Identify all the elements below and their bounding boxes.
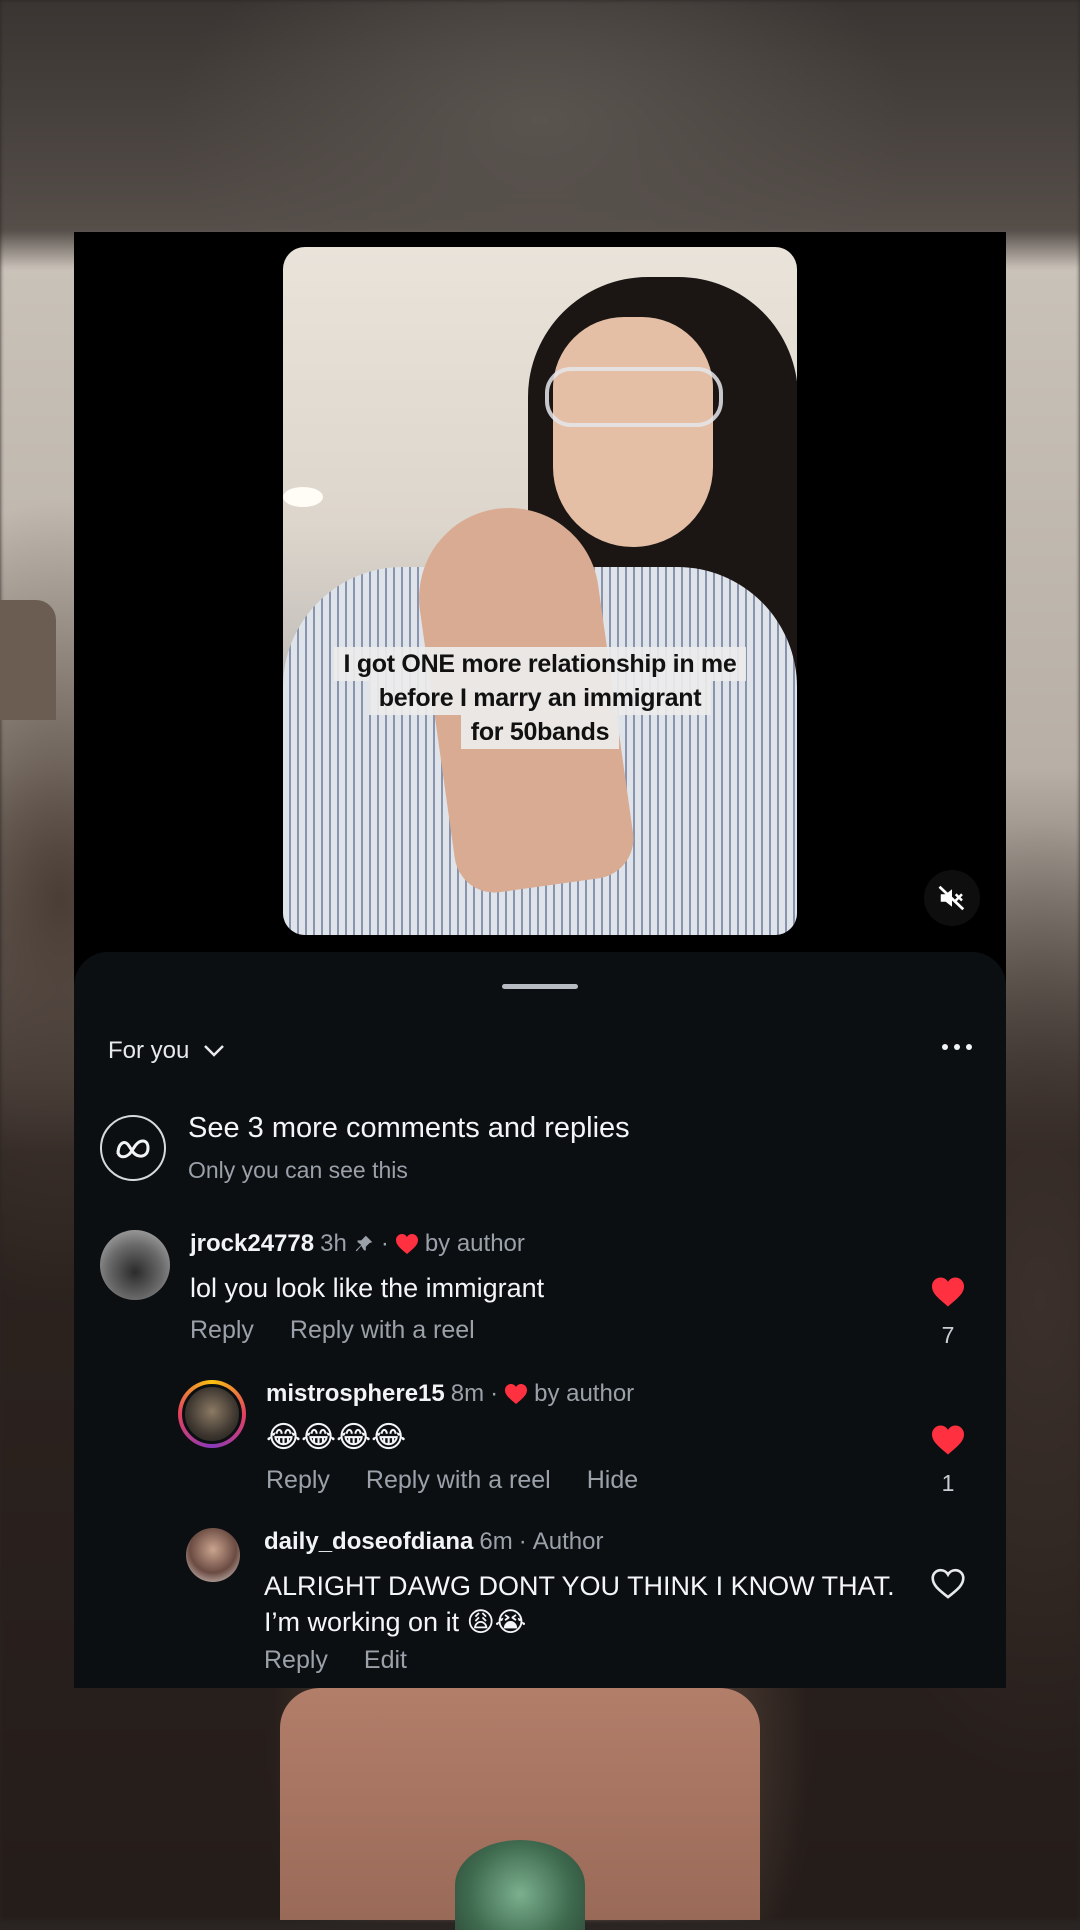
- comment-text: 😂😂😂😂: [266, 1421, 407, 1454]
- reply-item: daily_doseofdiana 6m · Author ALRIGHT DA…: [186, 1528, 904, 1675]
- like-count: 7: [941, 1322, 955, 1348]
- caption-line: I got ONE more relationship in me: [333, 647, 747, 681]
- comment-username[interactable]: daily_doseofdiana: [264, 1528, 473, 1556]
- caption-line: before I marry an immigrant: [368, 681, 712, 715]
- meta-more-comments-banner[interactable]: See 3 more comments and replies Only you…: [100, 1112, 630, 1184]
- sort-label: For you: [108, 1037, 190, 1064]
- background-necklace: [455, 1840, 585, 1930]
- comments-sheet: For you See 3 more comments and replies …: [74, 952, 1006, 1688]
- heart-filled-icon: [395, 1234, 418, 1254]
- sort-dropdown[interactable]: For you: [108, 1037, 225, 1065]
- comment-text: lol you look like the immigrant: [190, 1273, 545, 1303]
- heart-outline-icon[interactable]: [930, 1568, 966, 1600]
- reply-button[interactable]: Reply: [264, 1646, 328, 1675]
- ceiling-light: [283, 487, 323, 507]
- heart-filled-icon: [505, 1384, 528, 1404]
- meta-banner-subtitle: Only you can see this: [188, 1157, 408, 1183]
- comment-like[interactable]: 7: [930, 1276, 966, 1349]
- reply-button[interactable]: Reply: [266, 1466, 330, 1495]
- avatar[interactable]: [178, 1380, 246, 1448]
- heart-filled-icon[interactable]: [930, 1424, 966, 1456]
- reply-item: mistrosphere15 8m · by author 😂😂😂😂 Reply…: [178, 1380, 638, 1495]
- heart-filled-icon[interactable]: [930, 1276, 966, 1308]
- video-glasses: [545, 367, 723, 427]
- edit-button[interactable]: Edit: [364, 1646, 407, 1675]
- reply-with-reel-button[interactable]: Reply with a reel: [290, 1316, 475, 1345]
- video-caption: I got ONE more relationship in me before…: [283, 647, 797, 749]
- comment-time: 3h: [320, 1230, 347, 1257]
- hide-button[interactable]: Hide: [587, 1466, 638, 1495]
- comment-like[interactable]: [930, 1568, 966, 1600]
- author-badge: Author: [532, 1528, 604, 1555]
- liked-by-author-label: by author: [424, 1230, 525, 1257]
- caption-line: for 50bands: [460, 715, 620, 749]
- sheet-drag-handle[interactable]: [502, 984, 578, 989]
- mute-button[interactable]: [924, 870, 980, 926]
- reply-button[interactable]: Reply: [190, 1316, 254, 1345]
- chevron-down-icon: [204, 1045, 225, 1057]
- more-options-icon[interactable]: [942, 1044, 972, 1050]
- video-face: [553, 317, 713, 547]
- reel-video[interactable]: I got ONE more relationship in me before…: [283, 247, 797, 935]
- speaker-muted-icon: [938, 885, 965, 911]
- pin-icon: [355, 1235, 373, 1252]
- comment-time: 6m: [479, 1528, 513, 1555]
- liked-by-author-label: by author: [534, 1380, 635, 1407]
- comment-like[interactable]: 1: [930, 1424, 966, 1497]
- comment-time: 8m: [450, 1380, 485, 1407]
- avatar[interactable]: [100, 1230, 170, 1300]
- background-lamp: [0, 600, 56, 720]
- reply-with-reel-button[interactable]: Reply with a reel: [366, 1466, 551, 1495]
- meta-banner-title: See 3 more comments and replies: [188, 1112, 630, 1144]
- meta-logo-icon: [100, 1115, 166, 1181]
- comment-item: jrock24778 3h · by author lol you look l…: [100, 1230, 544, 1345]
- comment-username[interactable]: jrock24778: [190, 1230, 314, 1258]
- comment-text: ALRIGHT DAWG DONT YOU THINK I KNOW THAT.…: [264, 1571, 895, 1637]
- like-count: 1: [941, 1470, 955, 1496]
- avatar[interactable]: [186, 1528, 240, 1582]
- comment-username[interactable]: mistrosphere15: [266, 1380, 445, 1408]
